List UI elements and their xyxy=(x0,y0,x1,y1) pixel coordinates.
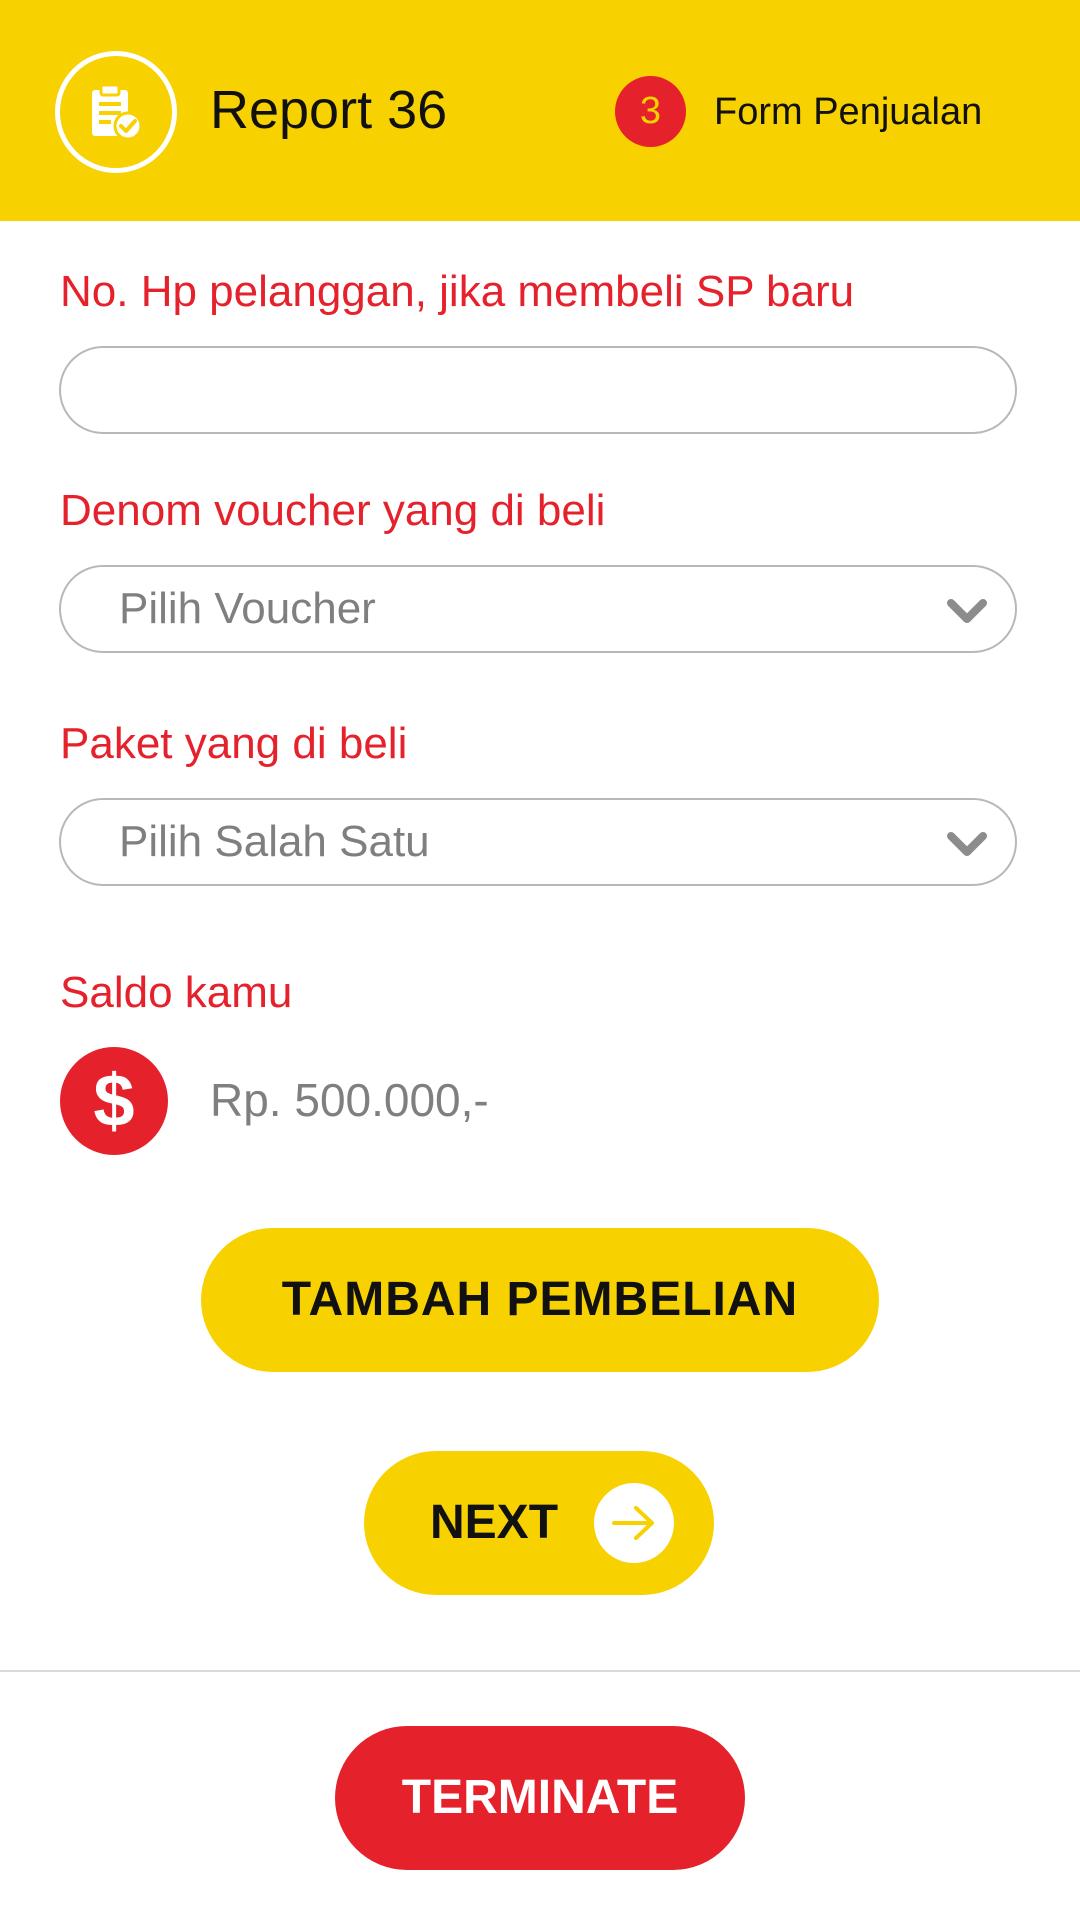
voucher-select[interactable]: Pilih Voucher xyxy=(59,565,1017,653)
phone-field-label: No. Hp pelanggan, jika membeli SP baru xyxy=(60,267,855,316)
arrow-right-icon xyxy=(594,1483,674,1563)
next-button[interactable]: NEXT xyxy=(364,1451,714,1595)
voucher-field-label: Denom voucher yang di beli xyxy=(60,486,606,535)
report-check-icon xyxy=(55,51,177,173)
package-select[interactable]: Pilih Salah Satu xyxy=(59,798,1017,886)
step-label: Form Penjualan xyxy=(714,91,983,133)
voucher-select-value: Pilih Voucher xyxy=(119,584,376,633)
add-purchase-button[interactable]: TAMBAH PEMBELIAN xyxy=(201,1228,879,1372)
next-button-label: NEXT xyxy=(430,1496,559,1549)
balance-value: Rp. 500.000,- xyxy=(210,1074,489,1126)
phone-input[interactable] xyxy=(59,346,1017,434)
chevron-down-icon xyxy=(947,599,987,623)
divider xyxy=(0,1670,1080,1672)
page-title: Report 36 xyxy=(210,80,448,140)
terminate-button[interactable]: TERMINATE xyxy=(335,1726,745,1870)
step-number-badge: 3 xyxy=(615,76,686,147)
app-header: Report 36 3 Form Penjualan xyxy=(0,0,1080,221)
package-field-label: Paket yang di beli xyxy=(60,719,408,768)
package-select-value: Pilih Salah Satu xyxy=(119,817,430,866)
balance-label: Saldo kamu xyxy=(60,968,293,1017)
chevron-down-icon xyxy=(947,832,987,856)
dollar-coin-icon: $ xyxy=(60,1047,168,1155)
